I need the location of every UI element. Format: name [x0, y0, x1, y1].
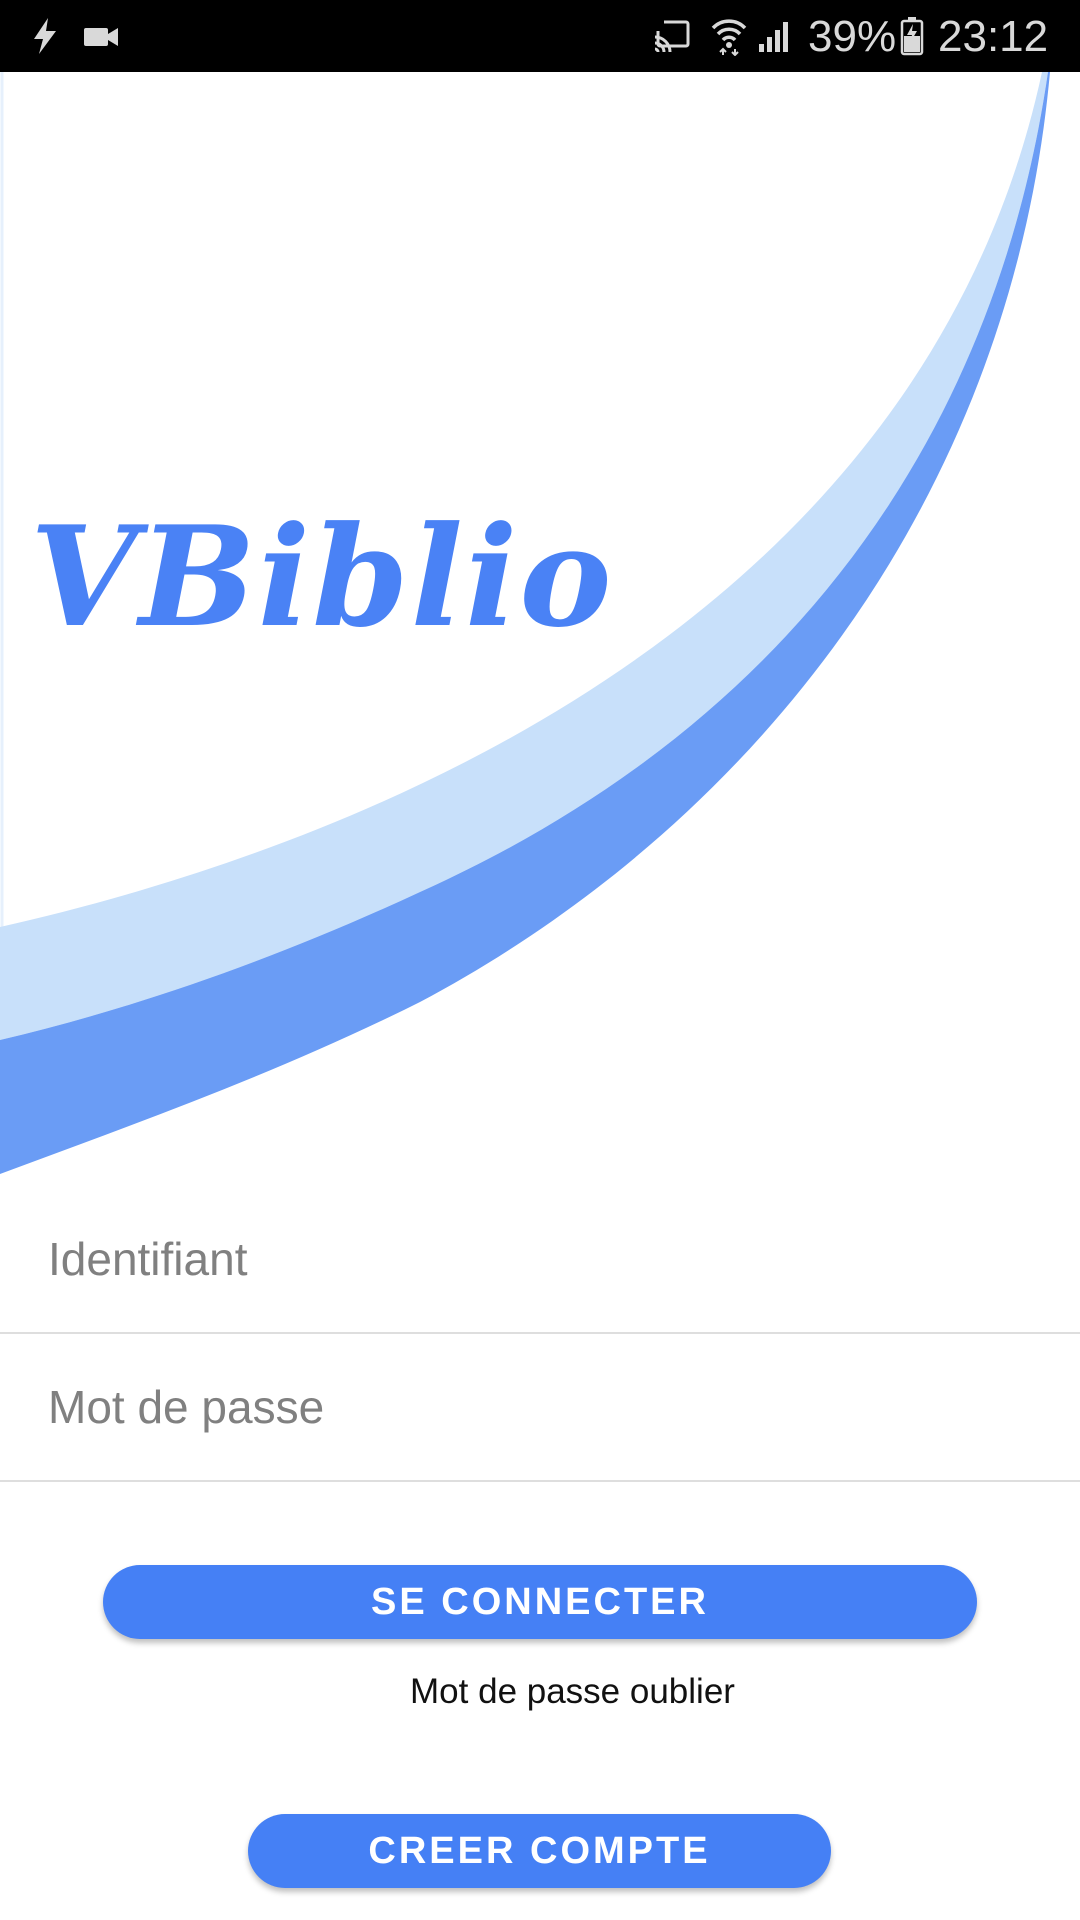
password-input[interactable]: [48, 1334, 1028, 1480]
forgot-password-link[interactable]: Mot de passe oublier: [0, 1672, 1080, 1712]
header-artwork: VBiblio: [0, 72, 1080, 1182]
username-input[interactable]: [48, 1186, 1028, 1332]
clock-time: 23:12: [938, 12, 1049, 61]
video-camera-icon: [80, 0, 124, 72]
password-field: [0, 1334, 1080, 1482]
create-account-button[interactable]: CREER COMPTE: [248, 1814, 831, 1888]
status-bar: 39% 23:12: [0, 0, 1080, 72]
battery-icon: [898, 0, 926, 72]
signal-icon: [756, 0, 796, 72]
wifi-icon: [708, 0, 750, 72]
battery-percent: 39%: [808, 12, 897, 61]
vbiblio-logo: VBiblio: [30, 495, 614, 658]
flash-icon: [28, 0, 62, 72]
cast-icon: [650, 0, 694, 72]
login-screen: 39% 23:12 VBiblio SE: [0, 0, 1080, 1920]
username-field: [0, 1186, 1080, 1334]
login-button[interactable]: SE CONNECTER: [103, 1565, 977, 1639]
